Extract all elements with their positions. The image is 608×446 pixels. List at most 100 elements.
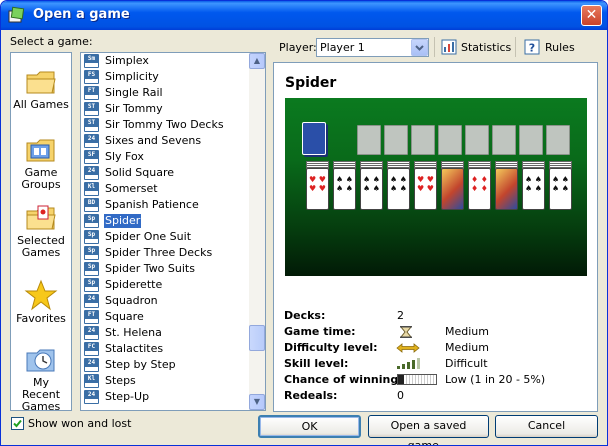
foundation-slot [384,125,408,155]
scroll-up-button[interactable]: ▲ [249,53,265,69]
player-select[interactable]: Player 1 [316,38,429,57]
selected-folder-icon [26,205,56,230]
game-list-item[interactable]: Sp Spider Three Decks [81,245,249,261]
game-list-item[interactable]: 24 Solid Square [81,165,249,181]
game-list-item[interactable]: 24 Squadron [81,293,249,309]
open-saved-game-button[interactable]: Open a saved game... [368,415,489,445]
game-type-code: ST [85,103,98,111]
game-name: Spider One Suit [105,230,192,243]
game-name: Sixes and Sevens [105,134,202,147]
game-type-icon: 24 [84,326,99,340]
game-list-item[interactable]: Sp Spider [81,213,249,229]
game-list-item[interactable]: FT Single Rail [81,85,249,101]
game-list-item[interactable]: FT Square [81,309,249,325]
game-type-icon: 24 [84,166,99,180]
game-list-item[interactable]: 24 St. Helena [81,325,249,341]
tableau-card [441,168,464,210]
stat-value: 0 [397,389,404,402]
game-list-item[interactable]: Sm Simplex [81,53,249,69]
stat-label: Decks: [284,309,326,322]
skill-level-meter [397,357,423,369]
group-game-groups[interactable]: Game Groups [11,135,71,191]
game-list-item[interactable]: Kl Steps [81,373,249,389]
game-name: Solid Square [105,166,175,179]
foundation-slot [492,125,516,155]
group-favorites[interactable]: Favorites [11,279,71,325]
select-game-label: Select a game: [10,35,93,48]
game-type-icon: Kl [84,182,99,196]
game-name: Somerset [105,182,158,195]
rules-button[interactable]: ? Rules [524,39,575,55]
game-list-item[interactable]: ST Sir Tommy [81,101,249,117]
game-list-item[interactable]: FS Simplicity [81,69,249,85]
game-list-scrollbar[interactable]: ▲ ▼ [249,53,265,410]
chance-meter [397,374,437,385]
tableau-card: ♥ ♥ ♥ ♥ [414,168,437,210]
rules-label: Rules [545,41,575,54]
game-list-item[interactable]: 24 Step-Up [81,389,249,405]
game-type-code: Sp [85,231,98,239]
game-name: Steps [105,374,136,387]
stat-label: Game time: [284,325,356,338]
cancel-button[interactable]: Cancel [495,415,598,438]
game-list[interactable]: Sm Simplex FS Simplicity FT Single Rail ST Sir … [80,52,266,411]
game-name: Squadron [105,294,158,307]
game-name: Square [105,310,144,323]
group-label: Favorites [16,312,66,325]
checkmark-icon [13,419,22,428]
game-list-item[interactable]: Sp Spider One Suit [81,229,249,245]
chevron-up-icon: ▲ [253,56,261,65]
stock-pile [302,122,326,155]
game-type-code: Kl [85,183,98,191]
group-all-games[interactable]: All Games [11,67,71,111]
player-dropdown-button[interactable] [411,39,428,56]
game-list-item[interactable]: Sp Spider Two Suits [81,261,249,277]
stat-label: Chance of winning: [284,373,403,386]
game-type-icon: BD [84,198,99,212]
tableau-card: ♠ ♠ ♠ ♠ [549,168,572,210]
game-type-code: 24 [85,327,98,335]
game-type-code: 24 [85,135,98,143]
game-type-code: Sp [85,263,98,271]
game-name: Spider Two Suits [105,262,195,275]
stat-value: Medium [445,325,489,338]
chevron-down-icon: ▼ [253,397,261,406]
toolbar-separator [434,37,435,57]
game-list-item[interactable]: BD Spanish Patience [81,197,249,213]
game-name: Spider Three Decks [105,246,213,259]
tableau-card: ♥ ♥ ♥ ♥ [306,168,329,210]
skill-level-bar [412,360,415,369]
title-bar[interactable]: Open a game ✕ [1,1,607,30]
game-list-item[interactable]: 24 Step by Step [81,357,249,373]
scroll-thumb[interactable] [249,325,265,351]
game-list-item[interactable]: 24 Sixes and Sevens [81,133,249,149]
scroll-down-button[interactable]: ▼ [249,394,265,410]
skill-level-bar [402,364,405,369]
group-label: My Recent Games [21,376,61,413]
game-type-code: FT [85,87,98,95]
ok-button[interactable]: OK [258,415,361,438]
chance-meter-fill [398,375,404,384]
statistics-button[interactable]: Statistics [441,39,511,55]
game-type-code: BD [85,199,98,207]
game-name: Stalactites [105,342,164,355]
foundation-slot [465,125,489,155]
close-button[interactable]: ✕ [581,5,602,26]
game-type-icon: Kl [84,374,99,388]
game-type-code: Sm [85,55,98,63]
game-name: Simplicity [105,70,159,83]
show-won-lost-label[interactable]: Show won and lost [28,417,131,430]
foundation-slot [411,125,435,155]
game-list-item[interactable]: Kl Somerset [81,181,249,197]
group-recent-games[interactable]: My Recent Games [11,345,71,413]
game-name: Spider [104,214,142,228]
show-won-lost-checkbox[interactable] [11,417,24,430]
group-selected-games[interactable]: Selected Games [11,203,71,259]
stat-label: Skill level: [284,357,349,370]
game-list-item[interactable]: SF Sly Fox [81,149,249,165]
game-list-item[interactable]: Sp Spiderette [81,277,249,293]
game-list-item[interactable]: FC Stalactites [81,341,249,357]
tableau-card: ♠ ♠ ♠ ♠ [387,168,410,210]
game-name: Single Rail [105,86,163,99]
game-list-item[interactable]: ST Sir Tommy Two Decks [81,117,249,133]
